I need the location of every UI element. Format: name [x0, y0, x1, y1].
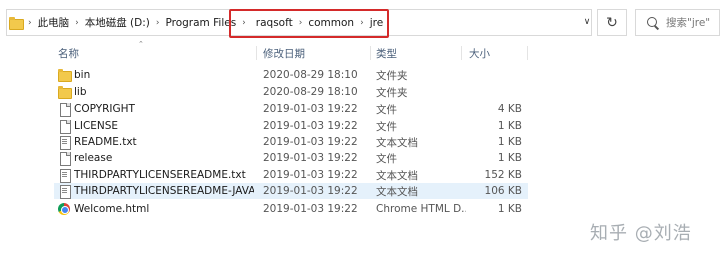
search-input[interactable]: 搜索"jre"	[635, 9, 720, 36]
file-name: bin	[74, 69, 91, 81]
text-file-icon	[58, 185, 71, 199]
chevron-right-icon[interactable]: ›	[75, 18, 79, 28]
breadcrumb-this-pc[interactable]: 此电脑	[38, 15, 70, 30]
column-divider[interactable]	[370, 46, 371, 60]
file-row-lib[interactable]: lib 2020-08-29 18:10 文件夹	[54, 84, 528, 100]
breadcrumb-jre[interactable]: jre	[370, 17, 383, 29]
file-row-copyright[interactable]: COPYRIGHT 2019-01-03 19:22 文件 4 KB	[54, 101, 528, 117]
file-date: 2020-08-29 18:10	[263, 86, 358, 98]
file-size: 152 KB	[484, 169, 522, 181]
file-size: 1 KB	[497, 120, 522, 132]
breadcrumb-program-files[interactable]: Program Files	[165, 17, 236, 29]
file-name: THIRDPARTYLICENSEREADME.txt	[74, 169, 246, 181]
file-type: 文件	[376, 120, 397, 133]
file-date: 2019-01-03 19:22	[263, 169, 358, 181]
file-type: 文件夹	[376, 86, 408, 99]
chevron-right-icon[interactable]: ›	[28, 18, 32, 28]
navigation-bar: › 此电脑 › 本地磁盘 (D:) › Program Files › raqs…	[0, 0, 720, 40]
file-type: 文本文档	[376, 169, 418, 182]
chevron-down-icon: ∨	[583, 17, 591, 27]
file-icon	[58, 103, 71, 117]
file-date: 2020-08-29 18:10	[263, 69, 358, 81]
chevron-right-icon[interactable]: ›	[360, 18, 364, 28]
file-date: 2019-01-03 19:22	[263, 120, 358, 132]
file-size: 4 KB	[497, 103, 522, 115]
text-file-icon	[58, 136, 71, 150]
file-row-thirdparty-license[interactable]: THIRDPARTYLICENSEREADME.txt 2019-01-03 1…	[54, 167, 528, 183]
file-date: 2019-01-03 19:22	[263, 203, 358, 215]
address-bar[interactable]: › 此电脑 › 本地磁盘 (D:) › Program Files › raqs…	[6, 9, 592, 36]
file-row-readme[interactable]: README.txt 2019-01-03 19:22 文本文档 1 KB	[54, 134, 528, 150]
chevron-right-icon[interactable]: ›	[299, 18, 303, 28]
breadcrumb-raqsoft[interactable]: raqsoft	[256, 17, 293, 29]
folder-icon	[9, 17, 24, 30]
search-icon	[646, 16, 660, 30]
folder-icon	[58, 86, 72, 99]
chevron-right-icon[interactable]: ›	[242, 18, 246, 28]
file-type: 文件	[376, 103, 397, 116]
chrome-html-icon	[58, 203, 70, 215]
file-type: 文本文档	[376, 136, 418, 149]
file-type: 文件夹	[376, 69, 408, 82]
file-name: Welcome.html	[74, 203, 150, 215]
file-size: 1 KB	[497, 203, 522, 215]
file-name: release	[74, 152, 113, 164]
file-row-thirdparty-license-javafx[interactable]: THIRDPARTYLICENSEREADME-JAVAF... 2019-01…	[54, 183, 528, 199]
watermark: 知乎 @刘浩	[590, 223, 692, 244]
chevron-right-icon[interactable]: ›	[156, 18, 160, 28]
file-size: 1 KB	[497, 152, 522, 164]
file-name: README.txt	[74, 136, 137, 148]
file-size: 1 KB	[497, 136, 522, 148]
column-divider[interactable]	[527, 46, 528, 60]
folder-icon	[58, 69, 72, 82]
text-file-icon	[58, 169, 71, 183]
file-icon	[58, 152, 71, 166]
column-divider[interactable]	[461, 46, 462, 60]
column-header-name[interactable]: 名称	[58, 44, 178, 62]
column-divider[interactable]	[256, 46, 257, 60]
file-row-license[interactable]: LICENSE 2019-01-03 19:22 文件 1 KB	[54, 118, 528, 134]
file-name: COPYRIGHT	[74, 103, 135, 115]
column-header-type[interactable]: 类型	[376, 44, 456, 62]
file-row-bin[interactable]: bin 2020-08-29 18:10 文件夹	[54, 67, 528, 83]
file-date: 2019-01-03 19:22	[263, 152, 358, 164]
address-history-dropdown[interactable]: ∨	[580, 12, 594, 32]
file-name: THIRDPARTYLICENSEREADME-JAVAF...	[74, 185, 254, 197]
file-type: Chrome HTML D...	[376, 203, 466, 215]
file-row-welcome[interactable]: Welcome.html 2019-01-03 19:22 Chrome HTM…	[54, 201, 528, 217]
file-name: LICENSE	[74, 120, 119, 132]
breadcrumb-local-disk-d[interactable]: 本地磁盘 (D:)	[85, 15, 150, 30]
file-date: 2019-01-03 19:22	[263, 103, 358, 115]
column-header-date[interactable]: 修改日期	[263, 44, 363, 62]
refresh-icon: ↻	[606, 14, 618, 31]
file-icon	[58, 120, 71, 134]
search-placeholder: 搜索"jre"	[666, 17, 711, 29]
column-header-size[interactable]: 大小	[469, 44, 519, 62]
file-date: 2019-01-03 19:22	[263, 136, 358, 148]
file-type: 文件	[376, 152, 397, 165]
file-name: lib	[74, 86, 87, 98]
file-row-release[interactable]: release 2019-01-03 19:22 文件 1 KB	[54, 150, 528, 166]
file-size: 106 KB	[484, 185, 522, 197]
file-type: 文本文档	[376, 185, 418, 198]
refresh-button[interactable]: ↻	[597, 9, 627, 36]
file-date: 2019-01-03 19:22	[263, 185, 358, 197]
breadcrumb-common[interactable]: common	[308, 17, 354, 29]
